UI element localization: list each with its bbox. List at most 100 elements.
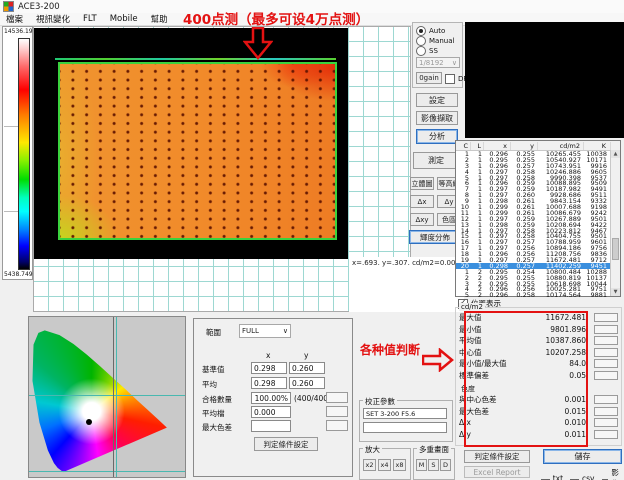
ref-x-field[interactable]: 0.298 [251, 362, 287, 374]
stat-value: 84.0 [528, 359, 586, 368]
radio-auto-icon[interactable] [416, 26, 426, 36]
cie-crosshair-h2 [29, 471, 185, 472]
zoom-x4-button[interactable]: x4 [378, 459, 391, 471]
chevron-down-icon: ∨ [452, 59, 457, 67]
radio-manual-icon[interactable] [416, 36, 426, 46]
range-select[interactable]: FULL ∨ [239, 324, 291, 338]
annotation-right-arrow-icon [422, 348, 454, 372]
cie-crosshair-h [29, 395, 185, 396]
stat-row: Δ y0.011 [459, 429, 618, 441]
y-col-label: y [304, 351, 308, 360]
menu-flt[interactable]: FLT [83, 14, 97, 24]
dr-checkbox-icon[interactable] [445, 74, 455, 84]
luminance-dist-button[interactable]: 輝度分佈 [409, 230, 461, 244]
ref-y-field[interactable]: 0.260 [289, 362, 325, 374]
txt-file-checkbox[interactable]: txt檔 [541, 467, 564, 480]
avg-label: 平均 [202, 379, 217, 390]
radio-manual-label: Manual [429, 37, 454, 45]
pass-count-label: 合格數量 [202, 394, 232, 405]
table-cell: 10174.564 [538, 292, 584, 298]
stat-value: 0.010 [528, 418, 586, 427]
menu-mobile[interactable]: Mobile [110, 14, 138, 24]
ref-label: 基準值 [202, 364, 225, 375]
stat-label: 最大值 [459, 312, 528, 323]
scroll-up-icon[interactable]: ▲ [611, 150, 620, 158]
stat-judge-box[interactable] [594, 371, 618, 380]
zero-gain-button[interactable]: 0gain [416, 72, 442, 84]
scale-min-value: 5438.749 [4, 271, 33, 278]
zoom-x8-button[interactable]: x8 [393, 459, 406, 471]
multi-s-button[interactable]: S [428, 459, 439, 471]
delta-x-button[interactable]: Δx [410, 195, 434, 208]
settings-button[interactable]: 設定 [416, 93, 458, 107]
luminance-colorbar [18, 38, 30, 270]
max-colordiff-field[interactable] [251, 420, 291, 432]
col-k[interactable]: K [584, 142, 611, 150]
stat-value: 0.011 [528, 430, 586, 439]
measure-button[interactable]: 測定 [413, 152, 459, 169]
luminance-heatmap[interactable] [58, 62, 337, 240]
stat-judge-box[interactable] [594, 325, 618, 334]
col-cdm2[interactable]: cd/m2 [538, 142, 584, 150]
delta-xy-button[interactable]: Δxy [410, 213, 434, 226]
judge-condition-setting-button[interactable]: 判定條件設定 [254, 437, 318, 451]
radio-auto[interactable]: Auto [416, 26, 445, 36]
menu-file[interactable]: 檔案 [6, 13, 23, 25]
col-l[interactable]: L [471, 142, 484, 150]
stat-judge-box[interactable] [594, 430, 618, 439]
multi-d-button[interactable]: D [440, 459, 451, 471]
shutter-select[interactable]: 1/8192 ∨ [416, 57, 460, 68]
stat-judge-box[interactable] [594, 407, 618, 416]
analyze-button[interactable]: 分析 [416, 129, 458, 144]
avg-diff-label: 平均檔 [202, 408, 225, 419]
image-file-checkbox[interactable]: 影像檔 [602, 467, 624, 480]
stat-label: 中心值 [459, 347, 528, 358]
stat-judge-box[interactable] [594, 395, 618, 404]
excel-report-button[interactable]: Excel Report [464, 466, 530, 478]
table-scrollbar[interactable]: ▲ ▼ [610, 150, 620, 296]
col-x[interactable]: x [484, 142, 511, 150]
stats-cd-rows: 最大值11672.481最小值9801.896平均值10387.860中心值10… [459, 312, 618, 381]
stat-value: 10207.258 [528, 348, 586, 357]
scroll-down-icon[interactable]: ▼ [611, 288, 620, 296]
csv-label: csv檔 [582, 474, 596, 480]
radio-ss-label: SS [429, 47, 438, 55]
judge-condition-button[interactable]: 判定條件設定 [464, 450, 530, 463]
radio-ss[interactable]: SS [416, 46, 438, 56]
solid-view-button[interactable]: 立體圖 [410, 177, 434, 190]
stat-judge-box[interactable] [594, 313, 618, 322]
pass-rate-field[interactable]: 100.00% [251, 392, 291, 404]
pass-judge-box[interactable] [326, 392, 348, 403]
max-colordiff-judge-box[interactable] [326, 420, 348, 431]
capture-image-button[interactable]: 影像擷取 [416, 111, 458, 125]
save-button[interactable]: 儲存 [543, 449, 622, 464]
measurement-grid-panel: x=.693. y=.307. cd/m2=0.000 [33, 26, 411, 312]
avg-diff-judge-box[interactable] [326, 406, 348, 417]
menu-video-change[interactable]: 視訊變化 [36, 13, 70, 25]
zoom-x2-button[interactable]: x2 [363, 459, 376, 471]
csv-file-checkbox[interactable]: csv檔 [570, 467, 595, 480]
avg-diff-field[interactable]: 0.000 [251, 406, 291, 418]
stats-group-label: cd/m2 [459, 303, 485, 311]
stats-chroma-rows: 與中心色差0.001最大色差0.015Δ x0.010Δ y0.011 [459, 394, 618, 440]
stat-judge-box[interactable] [594, 348, 618, 357]
table-header: C L x y cd/m2 K [456, 141, 620, 151]
stat-judge-box[interactable] [594, 359, 618, 368]
stat-row: 標準偏差0.05 [459, 370, 618, 382]
calib-extra-field[interactable] [363, 422, 447, 433]
avg-x-field[interactable]: 0.298 [251, 377, 287, 389]
chevron-down-icon: ∨ [283, 327, 288, 335]
radio-ss-icon[interactable] [416, 46, 426, 56]
stat-row: 最大值11672.481 [459, 312, 618, 324]
col-c[interactable]: C [456, 142, 471, 150]
scroll-thumb[interactable] [612, 238, 619, 260]
avg-y-field[interactable]: 0.260 [289, 377, 325, 389]
col-y[interactable]: y [511, 142, 538, 150]
menu-help[interactable]: 幫助 [151, 13, 168, 25]
heatmap-viewport[interactable] [34, 28, 348, 259]
stat-judge-box[interactable] [594, 418, 618, 427]
stat-judge-box[interactable] [594, 336, 618, 345]
calib-set-field[interactable]: SET 3-200 F5.6 [363, 408, 447, 419]
multi-m-button[interactable]: M [416, 459, 427, 471]
radio-manual[interactable]: Manual [416, 36, 454, 46]
